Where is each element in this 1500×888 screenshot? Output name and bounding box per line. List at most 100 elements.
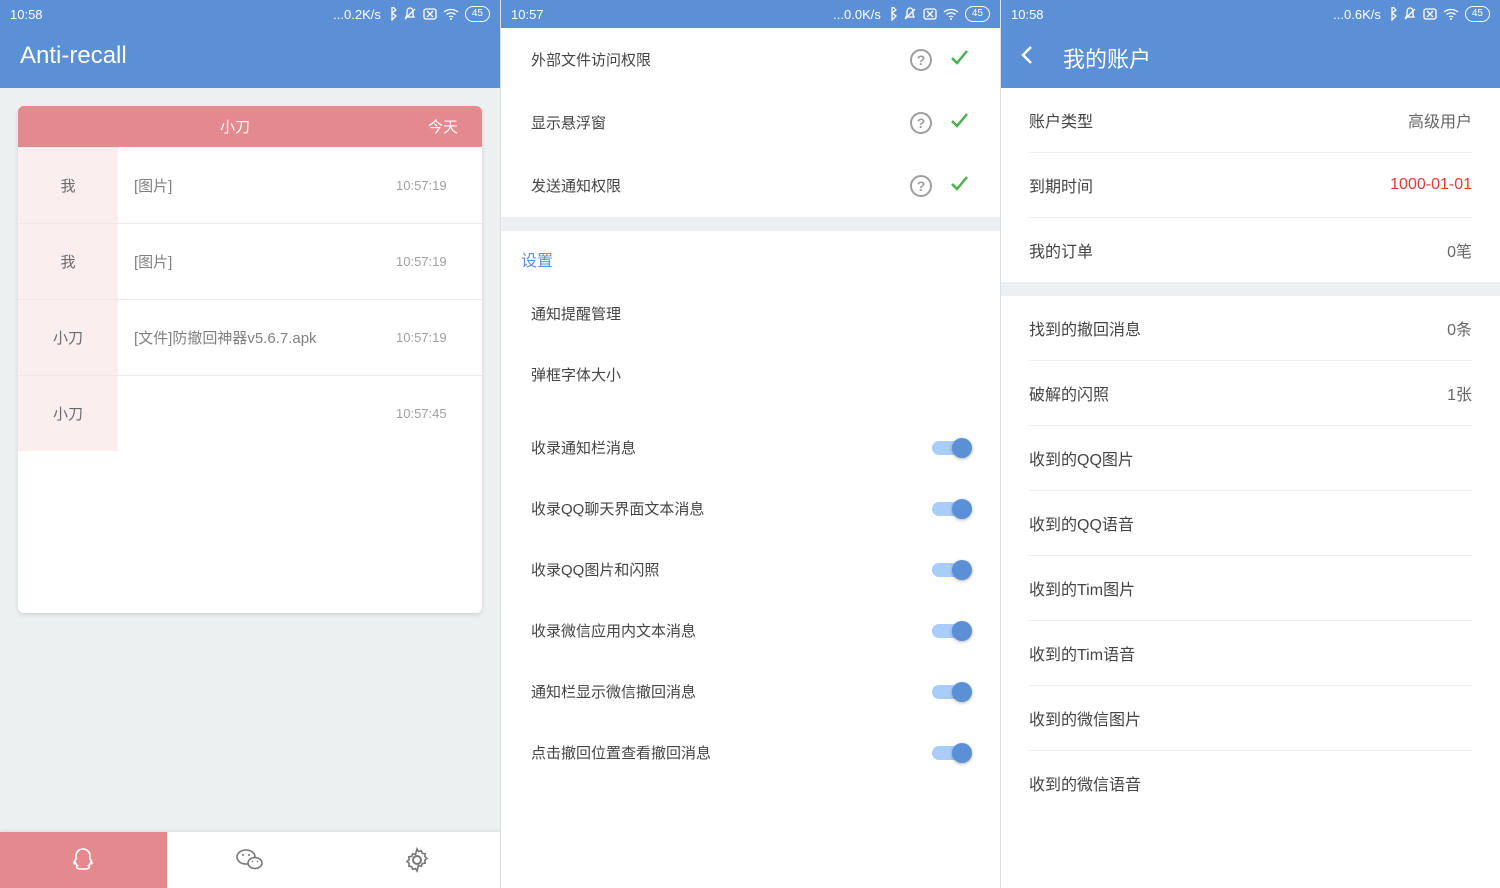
bluetooth-icon [387,7,397,21]
net-speed: ...0.0K/s [833,7,881,22]
perm-label: 发送通知权限 [531,175,621,196]
row-qq-voice[interactable]: 收到的QQ语音 [1001,491,1500,555]
nav-wechat[interactable] [167,832,334,888]
toggle-switch[interactable] [932,683,970,701]
mute-icon [403,7,417,21]
help-icon[interactable]: ? [910,175,932,197]
page-title: 我的账户 [1063,42,1151,74]
wechat-icon [235,847,265,873]
screen-main: 10:58 ...0.2K/s 45 Anti-recall 小刀 今天 我 [… [0,0,500,888]
msg-time: 10:57:45 [396,406,482,421]
check-icon [948,172,970,199]
row-qq-images[interactable]: 收到的QQ图片 [1001,426,1500,490]
battery-icon: 45 [1465,6,1490,22]
row-recalled-found[interactable]: 找到的撤回消息 0条 [1001,296,1500,360]
app-title: Anti-recall [20,42,480,70]
toggle-record-notification[interactable]: 收录通知栏消息 [501,417,1000,478]
status-time: 10:57 [511,7,544,22]
row-orders[interactable]: 我的订单 0笔 [1001,218,1500,282]
card-header: 小刀 今天 [18,106,482,147]
perm-file-access[interactable]: 外部文件访问权限 ? [501,28,1000,91]
account-body[interactable]: 账户类型 高级用户 到期时间 1000-01-01 我的订单 0笔 找到的撤回消… [1001,88,1500,888]
row-wechat-images[interactable]: 收到的微信图片 [1001,686,1500,750]
toggle-switch[interactable] [932,744,970,762]
info-value: 1张 [1447,381,1472,405]
toggle-switch[interactable] [932,622,970,640]
row-expiry[interactable]: 到期时间 1000-01-01 [1001,153,1500,217]
toggle-record-qq-image[interactable]: 收录QQ图片和闪照 [501,539,1000,600]
message-row[interactable]: 小刀 10:57:45 [18,375,482,451]
mute-icon [1403,7,1417,21]
toggle-switch[interactable] [932,500,970,518]
status-icons: ...0.0K/s 45 [833,6,990,22]
conversation-card[interactable]: 小刀 今天 我 [图片] 10:57:19 我 [图片] 10:57:19 小刀… [18,106,482,613]
wifi-icon [443,8,459,20]
msg-content: [图片] [118,175,396,196]
close-box-icon [923,8,937,20]
info-label: 账户类型 [1029,108,1093,132]
battery-icon: 45 [465,6,490,22]
close-box-icon [1423,8,1437,20]
status-time: 10:58 [10,7,43,22]
perm-overlay[interactable]: 显示悬浮窗 ? [501,91,1000,154]
gap [501,405,1000,417]
row-account-type[interactable]: 账户类型 高级用户 [1001,88,1500,152]
nav-qq[interactable] [0,832,167,888]
status-time: 10:58 [1011,7,1044,22]
message-row[interactable]: 我 [图片] 10:57:19 [18,223,482,299]
help-icon[interactable]: ? [910,112,932,134]
msg-content: [图片] [118,251,396,272]
net-speed: ...0.6K/s [1333,7,1381,22]
bluetooth-icon [887,7,897,21]
bluetooth-icon [1387,7,1397,21]
row-tim-images[interactable]: 收到的Tim图片 [1001,556,1500,620]
divider [501,217,1000,231]
info-label: 收到的微信图片 [1029,706,1141,730]
msg-content: [文件]防撤回神器v5.6.7.apk [118,327,396,348]
row-cracked-flash[interactable]: 破解的闪照 1张 [1001,361,1500,425]
perm-label: 外部文件访问权限 [531,49,651,70]
toggle-switch[interactable] [932,561,970,579]
info-value: 高级用户 [1408,108,1472,132]
status-icons: ...0.6K/s 45 [1333,6,1490,22]
account-header: 我的账户 [1001,28,1500,88]
battery-icon: 45 [965,6,990,22]
screen-settings: 10:57 ...0.0K/s 45 外部文件访问权限 ? 显示悬浮窗 ? 发 [500,0,1000,888]
info-value: 1000-01-01 [1390,176,1472,194]
info-label: 我的订单 [1029,238,1093,262]
status-bar: 10:58 ...0.6K/s 45 [1001,0,1500,28]
toggle-switch[interactable] [932,439,970,457]
main-body: 小刀 今天 我 [图片] 10:57:19 我 [图片] 10:57:19 小刀… [0,88,500,832]
info-label: 找到的撤回消息 [1029,316,1141,340]
info-label: 破解的闪照 [1029,381,1109,405]
nav-settings[interactable] [333,832,500,888]
msg-sender: 小刀 [18,376,118,451]
info-label: 收到的Tim图片 [1029,576,1135,600]
qq-icon [69,846,97,874]
row-wechat-voice[interactable]: 收到的微信语音 [1001,751,1500,815]
toggle-record-wechat-text[interactable]: 收录微信应用内文本消息 [501,600,1000,661]
toggle-record-qq-text[interactable]: 收录QQ聊天界面文本消息 [501,478,1000,539]
row-tim-voice[interactable]: 收到的Tim语音 [1001,621,1500,685]
perm-notification[interactable]: 发送通知权限 ? [501,154,1000,217]
info-label: 收到的微信语音 [1029,771,1141,795]
msg-time: 10:57:19 [396,254,482,269]
info-value: 0条 [1447,316,1472,340]
message-row[interactable]: 小刀 [文件]防撤回神器v5.6.7.apk 10:57:19 [18,299,482,375]
close-box-icon [423,8,437,20]
msg-time: 10:57:19 [396,330,482,345]
help-icon[interactable]: ? [910,49,932,71]
msg-sender: 我 [18,224,118,299]
toggle-show-wechat-recall[interactable]: 通知栏显示微信撤回消息 [501,661,1000,722]
toggle-click-view-recall[interactable]: 点击撤回位置查看撤回消息 [501,722,1000,783]
msg-sender: 我 [18,147,118,223]
setting-font-size[interactable]: 弹框字体大小 [501,344,1000,405]
settings-body[interactable]: 外部文件访问权限 ? 显示悬浮窗 ? 发送通知权限 ? 设置 通知提醒管理 弹框… [501,28,1000,888]
info-label: 收到的QQ语音 [1029,511,1134,535]
setting-notify-manage[interactable]: 通知提醒管理 [501,283,1000,344]
divider [1001,282,1500,296]
message-row[interactable]: 我 [图片] 10:57:19 [18,147,482,223]
mute-icon [903,7,917,21]
back-arrow-icon[interactable] [1017,44,1039,73]
wifi-icon [1443,8,1459,20]
